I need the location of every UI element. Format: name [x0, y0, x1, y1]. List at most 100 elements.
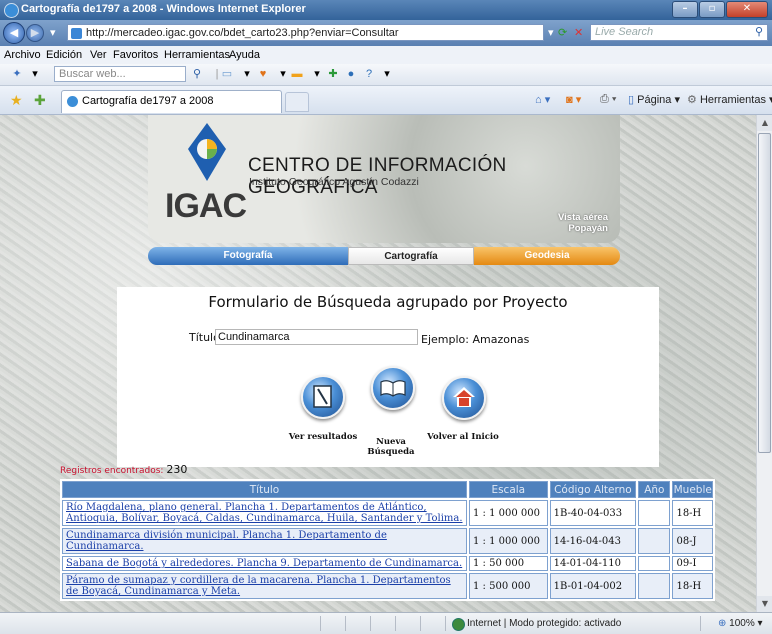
section-fotografia[interactable]: Fotografía — [148, 247, 348, 265]
search-go-icon[interactable]: ⚲ — [190, 67, 204, 81]
toolbar-dropdown-icon[interactable]: ▾ — [28, 67, 42, 81]
menu-edicion[interactable]: Edición — [46, 49, 82, 61]
menu-archivo[interactable]: Archivo — [4, 49, 41, 61]
menu-herramientas[interactable]: Herramientas — [164, 49, 230, 61]
result-link[interactable]: Cundinamarca división municipal. Plancha… — [66, 530, 387, 552]
scroll-down-arrow-icon[interactable]: ▼ — [757, 596, 772, 612]
favorites-star-icon[interactable]: ★ — [10, 92, 23, 109]
status-divider — [320, 616, 321, 631]
cell-mueble: 08-J — [672, 528, 713, 554]
cell-escala: 1 : 50 000 — [469, 556, 548, 571]
result-link[interactable]: Río Magdalena, plano general. Plancha 1.… — [66, 502, 463, 524]
page-icon-small: ▯ — [628, 94, 635, 106]
header-escala[interactable]: Escala — [469, 481, 548, 498]
section-geodesia[interactable]: Geodesia — [474, 247, 620, 265]
header-anio[interactable]: Año — [638, 481, 671, 498]
stop-icon[interactable]: ✕ — [574, 24, 583, 41]
bookmark-icon[interactable]: ▭ — [220, 67, 234, 81]
result-link[interactable]: Páramo de sumapaz y cordillera de la mac… — [66, 575, 451, 597]
forward-button[interactable]: ▶ — [26, 24, 44, 42]
new-tab-button[interactable] — [285, 92, 309, 112]
status-divider — [345, 616, 346, 631]
help-icon[interactable]: ? — [362, 67, 376, 81]
volver-inicio-button[interactable] — [442, 376, 486, 420]
history-dropdown-icon[interactable]: ▾ — [50, 24, 56, 41]
minimize-button[interactable]: – — [672, 1, 698, 18]
cell-titulo: Río Magdalena, plano general. Plancha 1.… — [62, 500, 467, 526]
url-dropdown-icon[interactable]: ▾ — [548, 24, 554, 41]
add-favorites-icon[interactable]: ✚ — [34, 92, 46, 109]
tabs-bar: ★ ✚ Cartografía de1797 a 2008 ⌂ ▾ ◙ ▾ ⎙ … — [0, 86, 772, 115]
options-dropdown-icon[interactable]: ▾ — [380, 67, 394, 81]
search-icon[interactable]: ⚲ — [755, 25, 763, 40]
menu-ayuda[interactable]: Ayuda — [229, 49, 260, 61]
zoom-level[interactable]: ⊕ 100% ▾ — [718, 618, 763, 629]
security-zone-text[interactable]: Internet | Modo protegido: activado — [467, 618, 621, 629]
zoom-icon: ⊕ — [718, 618, 727, 629]
messenger-icon[interactable]: ● — [344, 67, 358, 81]
back-button[interactable]: ◀ — [3, 22, 25, 44]
book-icon — [380, 380, 406, 397]
results-table: Título Escala Código Alterno Año Mueble … — [60, 479, 715, 601]
tab-active[interactable]: Cartografía de1797 a 2008 — [61, 90, 282, 113]
titulo-input[interactable]: Cundinamarca — [215, 329, 418, 345]
cell-mueble: 18-H — [672, 500, 713, 526]
photo-caption: Vista aérea Popayán — [557, 212, 608, 234]
heart-dropdown-icon[interactable]: ▾ — [276, 67, 290, 81]
scroll-up-arrow-icon[interactable]: ▲ — [757, 115, 772, 131]
ver-resultados-label[interactable]: Ver resultados — [285, 432, 361, 442]
igac-banner: IGAC CENTRO DE INFORMACIÓN GEOGRÁFICA In… — [148, 115, 620, 243]
menu-ver[interactable]: Ver — [90, 49, 107, 61]
print-icon[interactable]: ⎙ ▾ — [600, 93, 616, 106]
header-codigo[interactable]: Código Alterno — [549, 481, 637, 498]
toolbar-logo-icon[interactable]: ✦ — [10, 67, 24, 81]
vertical-scrollbar[interactable]: ▲ ▼ — [756, 115, 772, 612]
internet-zone-icon — [452, 618, 465, 631]
status-divider — [420, 616, 421, 631]
nueva-busqueda-label[interactable]: Nueva Búsqueda — [360, 437, 422, 457]
gear-icon: ⚙ — [687, 94, 697, 106]
bookmark-dropdown-icon[interactable]: ▾ — [240, 67, 254, 81]
close-button[interactable]: ✕ — [726, 1, 768, 18]
table-row: Cundinamarca división municipal. Plancha… — [62, 528, 713, 554]
nueva-busqueda-button[interactable] — [371, 366, 415, 410]
cell-codigo: 1B-01-04-002 — [549, 573, 637, 599]
web-search-input[interactable]: Buscar web... — [54, 66, 186, 82]
maximize-button[interactable]: ▫ — [699, 1, 725, 18]
home-icon — [453, 387, 475, 407]
add-icon[interactable]: ✚ — [326, 67, 340, 81]
cell-anio — [638, 573, 671, 599]
cell-titulo: Cundinamarca división municipal. Plancha… — [62, 528, 467, 554]
header-mueble[interactable]: Mueble — [672, 481, 713, 498]
status-divider — [395, 616, 396, 631]
heart-icon[interactable]: ♥ — [256, 67, 270, 81]
folder-dropdown-icon[interactable]: ▾ — [310, 67, 324, 81]
ver-resultados-button[interactable] — [301, 375, 345, 419]
tools-menu[interactable]: ⚙ Herramientas ▾ — [687, 93, 772, 106]
volver-inicio-label[interactable]: Volver al Inicio — [423, 432, 503, 442]
address-bar: ◀ ▶ ▾ http://mercadeo.igac.gov.co/bdet_c… — [0, 20, 772, 46]
status-divider — [445, 616, 446, 631]
home-icon[interactable]: ⌂ ▾ — [535, 93, 550, 106]
folder-icon[interactable]: ▬ — [290, 67, 304, 81]
table-row: Río Magdalena, plano general. Plancha 1.… — [62, 500, 713, 526]
section-cartografia[interactable]: Cartografía — [348, 247, 474, 265]
cell-escala: 1 : 500 000 — [469, 573, 548, 599]
window-title: Cartografía de1797 a 2008 - Windows Inte… — [21, 3, 306, 15]
feeds-icon[interactable]: ◙ ▾ — [566, 93, 581, 106]
header-titulo[interactable]: Título — [62, 481, 467, 498]
refresh-icon[interactable]: ⟳ — [558, 24, 567, 41]
result-link[interactable]: Sabana de Bogotá y alrededores. Plancha … — [66, 558, 462, 569]
cell-anio — [638, 528, 671, 554]
page-menu[interactable]: ▯ Página ▾ — [628, 93, 680, 106]
url-field[interactable]: http://mercadeo.igac.gov.co/bdet_carto23… — [67, 24, 544, 41]
igac-logo-icon — [188, 123, 226, 181]
menu-favoritos[interactable]: Favoritos — [113, 49, 158, 61]
live-search-input[interactable]: Live Search ⚲ — [590, 24, 768, 41]
page-content: IGAC CENTRO DE INFORMACIÓN GEOGRÁFICA In… — [0, 115, 756, 612]
scroll-thumb[interactable] — [758, 133, 771, 453]
ie-tab-icon — [67, 96, 78, 107]
cell-escala: 1 : 1 000 000 — [469, 528, 548, 554]
igac-logo-text: IGAC — [165, 187, 247, 225]
cell-titulo: Sabana de Bogotá y alrededores. Plancha … — [62, 556, 467, 571]
